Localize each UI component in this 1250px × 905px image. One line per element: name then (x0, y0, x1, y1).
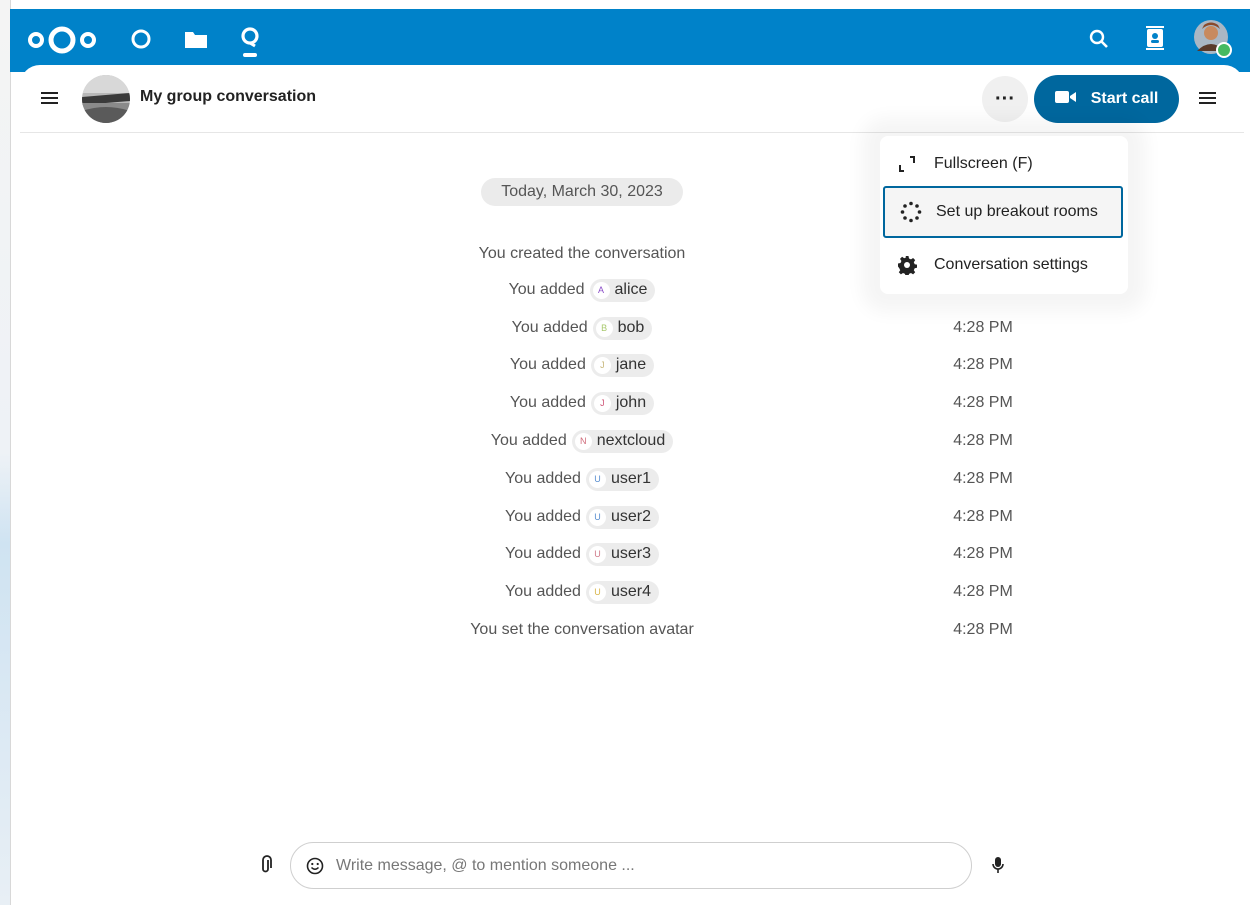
search-icon[interactable] (1088, 28, 1110, 50)
menu-item-label: Fullscreen (F) (934, 155, 1033, 172)
message-input[interactable] (334, 855, 898, 876)
date-separator: Today, March 30, 2023 (481, 178, 683, 206)
user-mention[interactable]: Uuser1 (585, 467, 659, 491)
menu-item-label: Set up breakout rooms (936, 203, 1098, 220)
more-dots-icon: ··· (995, 87, 1015, 110)
start-call-button[interactable]: Start call (1034, 75, 1179, 123)
mention-avatar: U (588, 545, 606, 563)
mention-name: user3 (610, 545, 651, 562)
system-message-text: You added (505, 583, 581, 600)
system-message: You added Uuser3 (380, 542, 784, 566)
dashboard-circle-icon[interactable] (130, 28, 152, 50)
mention-avatar: J (593, 356, 611, 374)
mention-name: alice (614, 281, 648, 298)
system-message-text: You added (490, 432, 567, 449)
mention-avatar: B (595, 319, 613, 337)
mention-name: bob (617, 319, 645, 336)
message-timestamp: 4:28 PM (953, 470, 1013, 487)
more-actions-button[interactable]: ··· (982, 76, 1028, 122)
mention-avatar: J (593, 394, 611, 412)
message-timestamp: 4:28 PM (953, 319, 1013, 336)
talk-app-icon[interactable] (238, 22, 262, 60)
mention-avatar: A (592, 281, 610, 299)
message-timestamp: 4:28 PM (953, 356, 1013, 373)
menu-item-fullscreen[interactable]: Fullscreen (F) (880, 138, 1128, 190)
user-mention[interactable]: Aalice (589, 278, 656, 302)
system-message-text: You added (505, 508, 581, 525)
user-mention[interactable]: Jjane (590, 353, 655, 377)
system-message: You added Uuser1 (380, 467, 784, 491)
system-message-text: You added (508, 281, 585, 298)
system-message: You added Nnextcloud (380, 429, 784, 453)
user-avatar[interactable] (1193, 19, 1233, 59)
gear-icon (880, 255, 934, 275)
video-camera-icon (1054, 89, 1077, 110)
mention-avatar: U (588, 508, 606, 526)
mention-avatar: U (588, 470, 606, 488)
system-message-text: You added (509, 394, 586, 411)
mention-avatar: U (588, 583, 606, 601)
user-mention[interactable]: Uuser4 (585, 580, 659, 604)
message-timestamp: 4:28 PM (953, 545, 1013, 562)
mention-name: john (615, 394, 647, 411)
message-timestamp: 4:28 PM (953, 583, 1013, 600)
user-mention[interactable]: Jjohn (590, 391, 655, 415)
message-composer (290, 842, 972, 889)
breakout-rooms-icon (885, 201, 936, 223)
menu-item-conversation-settings[interactable]: Conversation settings (880, 239, 1128, 291)
conversation-avatar[interactable] (82, 75, 130, 123)
sidebar-toggle-icon[interactable] (1198, 88, 1218, 108)
system-message-text: You created the conversation (478, 245, 686, 262)
mention-name: jane (615, 356, 647, 373)
conversation-actions-menu: Fullscreen (F) Set up breakout rooms Con… (880, 136, 1128, 294)
system-message: You added Jjane (380, 353, 784, 377)
navigation-toggle-icon[interactable] (40, 88, 60, 108)
conversation-title: My group conversation (140, 88, 317, 105)
files-folder-icon[interactable] (184, 28, 208, 50)
message-timestamp: 4:28 PM (953, 621, 1013, 638)
system-message-text: You added (511, 319, 588, 336)
fullscreen-icon (880, 155, 934, 173)
mention-name: user2 (610, 508, 651, 525)
contacts-icon[interactable] (1144, 26, 1166, 50)
nextcloud-logo-icon[interactable] (26, 24, 98, 56)
mention-avatar: N (574, 432, 592, 450)
system-message-text: You added (509, 356, 586, 373)
menu-item-label: Conversation settings (934, 256, 1088, 273)
system-message: You created the conversation (380, 242, 784, 266)
microphone-icon[interactable] (990, 855, 1006, 875)
system-message: You added Bbob (380, 316, 784, 340)
system-message-text: You set the conversation avatar (470, 621, 694, 638)
user-mention[interactable]: Uuser3 (585, 542, 659, 566)
system-message: You added Uuser2 (380, 505, 784, 529)
mention-name: user1 (610, 470, 651, 487)
user-mention[interactable]: Bbob (592, 316, 653, 340)
user-mention[interactable]: Uuser2 (585, 505, 659, 529)
system-message-text: You added (505, 470, 581, 487)
system-message-text: You added (505, 545, 581, 562)
system-message: You added Aalice (380, 278, 784, 302)
user-mention[interactable]: Nnextcloud (571, 429, 674, 453)
mention-name: user4 (610, 583, 651, 600)
message-timestamp: 4:28 PM (953, 432, 1013, 449)
menu-item-breakout-rooms[interactable]: Set up breakout rooms (883, 186, 1123, 238)
mention-name: nextcloud (596, 432, 666, 449)
emoji-icon[interactable] (306, 857, 324, 875)
start-call-label: Start call (1090, 90, 1159, 107)
system-message: You added Uuser4 (380, 580, 784, 604)
background-window-edge (0, 0, 11, 905)
system-message: You set the conversation avatar (380, 618, 784, 642)
message-timestamp: 4:28 PM (953, 508, 1013, 525)
attachment-icon[interactable] (258, 855, 274, 875)
system-message: You added Jjohn (380, 391, 784, 415)
message-timestamp: 4:28 PM (953, 394, 1013, 411)
